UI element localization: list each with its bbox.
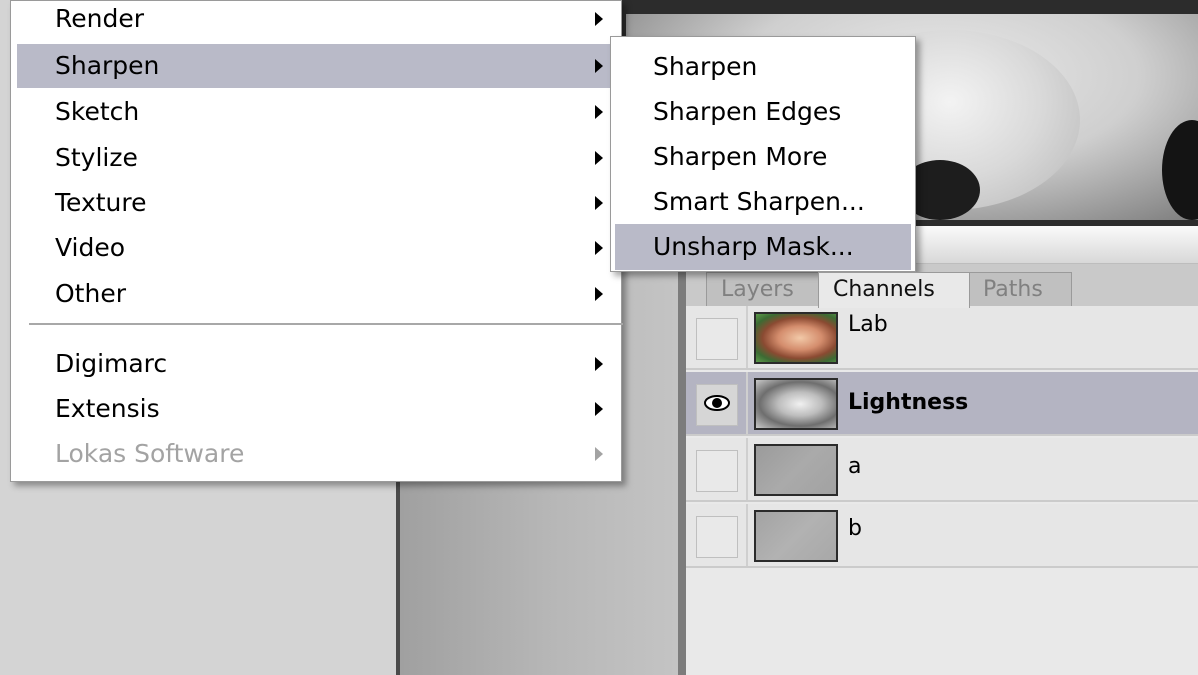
channel-row-lab[interactable]: Lab <box>686 306 1198 370</box>
menu-item-digimarc[interactable]: Digimarc <box>17 342 615 386</box>
eye-icon <box>704 393 730 418</box>
channel-row-a[interactable]: a <box>686 438 1198 502</box>
menu-item-video[interactable]: Video <box>17 226 615 270</box>
channel-label: Lab <box>848 312 888 337</box>
tab-layers[interactable]: Layers <box>706 272 822 306</box>
channel-label: a <box>848 454 862 479</box>
menu-item-label: Lokas Software <box>55 439 245 468</box>
menu-separator <box>29 323 623 325</box>
submenu-item-sharpen-edges[interactable]: Sharpen Edges <box>615 89 911 135</box>
visibility-toggle[interactable] <box>696 384 738 426</box>
menu-item-label: Extensis <box>55 394 160 423</box>
channel-label: b <box>848 516 862 541</box>
menu-item-label: Render <box>55 4 145 33</box>
channel-row-lightness[interactable]: Lightness <box>686 372 1198 436</box>
menu-item-label: Sketch <box>55 97 140 126</box>
submenu-arrow-icon <box>595 402 603 416</box>
menu-item-stylize[interactable]: Stylize <box>17 136 615 180</box>
visibility-toggle[interactable] <box>696 516 738 558</box>
menu-item-render[interactable]: Render <box>17 0 615 41</box>
menu-item-label: Other <box>55 279 126 308</box>
submenu-arrow-icon <box>595 196 603 210</box>
channel-thumbnail <box>754 510 838 562</box>
menu-item-lokas-software: Lokas Software <box>17 432 615 476</box>
submenu-item-smart-sharpen[interactable]: Smart Sharpen... <box>615 179 911 225</box>
submenu-arrow-icon <box>595 12 603 26</box>
submenu-arrow-icon <box>595 447 603 461</box>
tab-channels[interactable]: Channels <box>818 272 970 308</box>
submenu-item-sharpen[interactable]: Sharpen <box>615 44 911 90</box>
channel-thumbnail <box>754 312 838 364</box>
submenu-item-label: Sharpen Edges <box>653 97 842 126</box>
row-divider <box>746 504 748 566</box>
sharpen-submenu: Sharpen Sharpen Edges Sharpen More Smart… <box>610 36 916 272</box>
visibility-toggle[interactable] <box>696 318 738 360</box>
visibility-toggle[interactable] <box>696 450 738 492</box>
menu-item-sketch[interactable]: Sketch <box>17 90 615 134</box>
submenu-arrow-icon <box>595 357 603 371</box>
submenu-arrow-icon <box>595 59 603 73</box>
submenu-item-label: Sharpen <box>653 52 758 81</box>
menu-item-label: Digimarc <box>55 349 168 378</box>
channel-label: Lightness <box>848 390 969 415</box>
submenu-item-label: Sharpen More <box>653 142 828 171</box>
panel-edge <box>678 220 686 675</box>
submenu-item-sharpen-more[interactable]: Sharpen More <box>615 134 911 180</box>
menu-item-extensis[interactable]: Extensis <box>17 387 615 431</box>
menu-item-sharpen[interactable]: Sharpen <box>17 44 615 88</box>
menu-item-label: Texture <box>55 188 147 217</box>
filter-menu: Render Sharpen Sketch Stylize Texture Vi… <box>10 0 623 482</box>
menu-item-label: Sharpen <box>55 51 160 80</box>
submenu-arrow-icon <box>595 151 603 165</box>
submenu-item-label: Unsharp Mask... <box>653 232 854 261</box>
submenu-item-label: Smart Sharpen... <box>653 187 865 216</box>
row-divider <box>746 306 748 368</box>
channel-thumbnail <box>754 378 838 430</box>
channel-thumbnail <box>754 444 838 496</box>
tab-paths[interactable]: Paths <box>968 272 1072 306</box>
submenu-arrow-icon <box>595 105 603 119</box>
menu-item-other[interactable]: Other <box>17 272 615 316</box>
channel-row-b[interactable]: b <box>686 504 1198 568</box>
submenu-arrow-icon <box>595 287 603 301</box>
submenu-item-unsharp-mask[interactable]: Unsharp Mask... <box>615 224 911 270</box>
row-divider <box>746 438 748 500</box>
submenu-arrow-icon <box>595 241 603 255</box>
row-divider <box>746 372 748 434</box>
menu-item-label: Video <box>55 233 126 262</box>
menu-item-label: Stylize <box>55 143 138 172</box>
menu-item-texture[interactable]: Texture <box>17 181 615 225</box>
